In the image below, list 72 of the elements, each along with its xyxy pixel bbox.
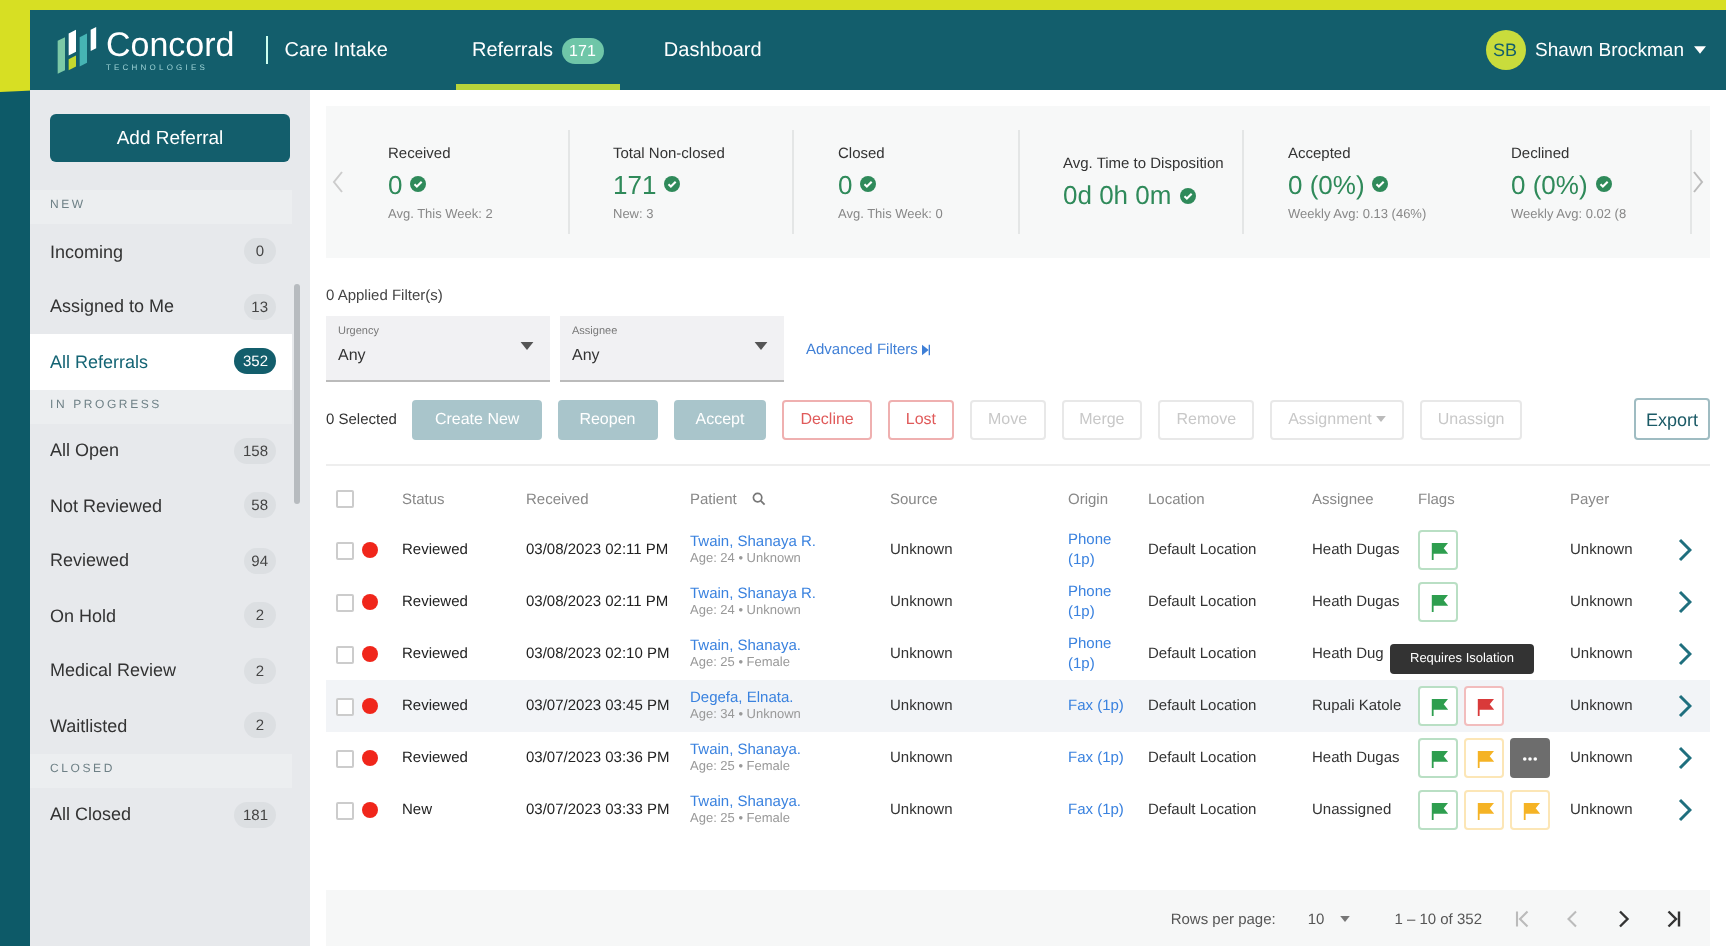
sidebar-item-label: Assigned to Me <box>50 296 175 317</box>
action-button[interactable]: Decline <box>782 399 872 439</box>
chevron-right-icon[interactable] <box>1678 642 1692 666</box>
sidebar-item-label: Reviewed <box>50 550 130 571</box>
sidebar-item-label: Waitlisted <box>50 715 128 736</box>
flag-button[interactable] <box>1418 686 1458 726</box>
stat-value: 171 <box>613 169 657 199</box>
check-icon <box>1179 187 1196 203</box>
stat-value: 0 (0%) <box>1288 169 1365 199</box>
brand-name: Concord <box>106 28 235 62</box>
more-button[interactable] <box>1510 738 1550 778</box>
play-icon <box>921 343 930 355</box>
chevron-right-icon[interactable] <box>1678 694 1692 718</box>
stat-value: 0 <box>388 169 403 199</box>
sidebar-item-label: On Hold <box>50 605 117 626</box>
checkbox[interactable] <box>336 749 354 767</box>
logo-icon <box>54 24 98 76</box>
chevron-right-icon[interactable] <box>1678 746 1692 770</box>
caret-icon <box>520 342 534 350</box>
flag-button[interactable] <box>1418 582 1458 622</box>
search-icon[interactable] <box>752 492 767 506</box>
status-dot <box>362 542 378 558</box>
chevron-right-icon[interactable] <box>1678 798 1692 822</box>
check-icon <box>1595 176 1612 192</box>
checkbox[interactable] <box>336 697 354 715</box>
status-dot <box>362 698 378 714</box>
checkbox[interactable] <box>336 801 354 819</box>
flag-button[interactable] <box>1418 738 1458 778</box>
status-dot <box>362 594 378 610</box>
sidebar-item-label: All Open <box>50 440 120 461</box>
sidebar-item-label: All Closed <box>50 804 132 825</box>
chevron-right-icon[interactable] <box>1614 909 1632 927</box>
user-avatar[interactable]: SB <box>1485 30 1526 70</box>
check-icon <box>664 176 681 192</box>
first-page-icon[interactable] <box>1514 909 1532 927</box>
caret-icon <box>754 342 768 350</box>
chevron-left-icon[interactable] <box>1564 909 1582 927</box>
status-dot <box>362 802 378 818</box>
nav-tab[interactable]: Dashboard <box>647 10 778 90</box>
checkbox[interactable] <box>336 645 354 663</box>
stat-value: 0 (0%) <box>1511 169 1588 199</box>
user-name[interactable]: Shawn Brockman <box>1535 39 1684 61</box>
flag-button[interactable] <box>1418 790 1458 830</box>
checkbox[interactable] <box>336 541 354 559</box>
check-icon <box>860 176 877 192</box>
sidebar-item-label: All Referrals <box>50 351 149 372</box>
status-dot <box>362 646 378 662</box>
sidebar-item-label: Medical Review <box>50 660 177 681</box>
last-page-icon[interactable] <box>1664 909 1682 927</box>
caret-icon <box>1340 915 1351 921</box>
export-button[interactable]: Export <box>1633 398 1710 440</box>
more-icon <box>1522 755 1538 761</box>
check-icon <box>410 176 427 192</box>
add-referral-button[interactable]: Add Referral <box>50 114 290 162</box>
checkbox[interactable] <box>336 593 354 611</box>
chevron-right-icon[interactable] <box>1678 538 1692 562</box>
status-dot <box>362 750 378 766</box>
flag-button[interactable] <box>1418 530 1458 570</box>
flag-button[interactable] <box>1464 686 1504 726</box>
checkbox[interactable] <box>336 490 354 508</box>
count-badge: 171 <box>561 37 604 63</box>
caret-icon[interactable] <box>1694 46 1706 54</box>
app-name: Care Intake <box>284 39 388 61</box>
sidebar-item-label: Incoming <box>50 241 124 262</box>
stat-value: 0 <box>838 169 853 199</box>
scrollbar[interactable] <box>294 284 300 504</box>
sidebar-item-label: Not Reviewed <box>50 495 163 516</box>
chevron-right-icon[interactable] <box>1678 590 1692 614</box>
action-button[interactable]: Lost <box>887 399 955 439</box>
caret-icon <box>1375 416 1386 423</box>
stat-value: 0d 0h 0m <box>1063 180 1172 210</box>
check-icon <box>1372 176 1389 192</box>
